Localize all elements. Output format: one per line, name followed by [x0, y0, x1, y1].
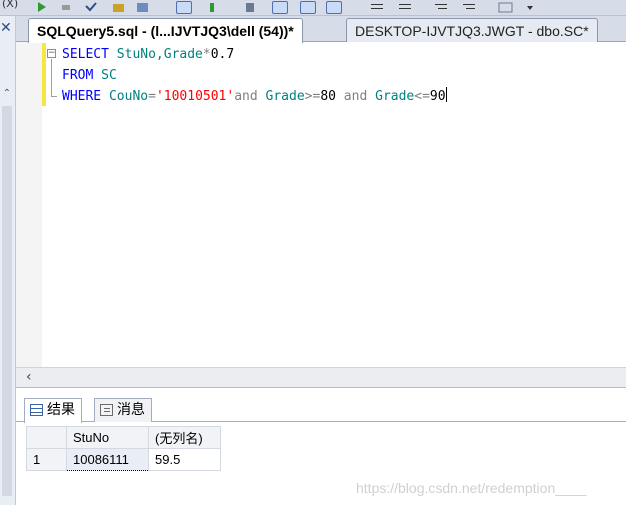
- multiply-operator: *: [202, 47, 211, 62]
- stop-icon[interactable]: [60, 1, 76, 14]
- select-columns: StuNo,Grade: [108, 47, 203, 62]
- lower-bound: 80: [320, 89, 336, 104]
- watermark: https://blog.csdn.net/redemption____: [356, 480, 587, 496]
- changed-lines-marker: [42, 42, 46, 106]
- gte-operator: >=: [304, 89, 321, 104]
- outdent-icon[interactable]: [326, 1, 342, 14]
- horizontal-scrollbar[interactable]: ‹: [16, 367, 626, 387]
- keyword-select: SELECT: [62, 47, 109, 62]
- table-name: SC: [93, 68, 117, 83]
- include-plan-icon[interactable]: [206, 1, 222, 14]
- and-operator-2: and: [335, 89, 368, 104]
- toolbar: (X): [0, 0, 626, 16]
- indent-icon[interactable]: [398, 1, 414, 14]
- results-to-grid-icon[interactable]: [176, 1, 192, 14]
- parse-icon[interactable]: [112, 1, 128, 14]
- scroll-up-icon[interactable]: ⌃: [1, 88, 13, 100]
- decrease-indent-icon[interactable]: [434, 1, 450, 14]
- code-line-1: SELECT StuNo,Grade*0.7: [62, 44, 447, 65]
- specify-values-icon[interactable]: [498, 1, 514, 14]
- upper-bound: 90: [429, 89, 446, 104]
- increase-indent-icon[interactable]: [462, 1, 478, 14]
- collapse-icon[interactable]: −: [47, 49, 56, 58]
- column-header-stuno[interactable]: StuNo: [66, 426, 149, 449]
- couno-literal: '10010501': [155, 89, 235, 104]
- code-line-3: WHERE CouNo='10010501'and Grade>=80 and …: [62, 86, 447, 107]
- row-header-corner[interactable]: [26, 426, 67, 449]
- equals-operator: =: [148, 89, 156, 104]
- tab-messages[interactable]: 消息: [94, 398, 152, 422]
- execute-icon[interactable]: [36, 1, 52, 14]
- lte-operator: <=: [414, 89, 430, 104]
- table-row[interactable]: 1 10086111 59.5: [26, 448, 221, 471]
- results-grid[interactable]: StuNo (无列名) 1 10086111 59.5: [26, 426, 221, 471]
- align-icon[interactable]: [370, 1, 386, 14]
- keyword-from: FROM: [62, 68, 94, 83]
- code-line-2: FROM SC: [62, 65, 447, 86]
- outline-line: [51, 59, 52, 97]
- scroll-left-icon[interactable]: ‹: [26, 369, 32, 385]
- column-header-unnamed[interactable]: (无列名): [148, 426, 221, 449]
- vertical-scrollbar[interactable]: [2, 106, 12, 496]
- grid-icon: [30, 404, 43, 416]
- object-explorer-edge: ✕ ⌃: [0, 16, 16, 505]
- query-editor[interactable]: − SELECT StuNo,Grade*0.7 FROM SC WHERE Cou…: [16, 42, 626, 367]
- and-operator-1: and: [234, 89, 258, 104]
- message-icon: [100, 404, 113, 416]
- tab-dbo-sc[interactable]: DESKTOP-IJVTJQ3.JWGT - dbo.SC*: [346, 18, 598, 42]
- check-icon[interactable]: [84, 1, 100, 14]
- uncomment-icon[interactable]: [300, 1, 316, 14]
- keyword-where: WHERE: [62, 89, 102, 104]
- cell-stuno[interactable]: 10086111: [66, 448, 149, 471]
- editor-gutter: [16, 42, 42, 367]
- couno-column: CouNo: [101, 89, 149, 104]
- sql-code[interactable]: SELECT StuNo,Grade*0.7 FROM SC WHERE CouNo…: [62, 44, 447, 107]
- tab-results[interactable]: 结果: [24, 398, 82, 423]
- results-to-file-icon[interactable]: [244, 1, 260, 14]
- text-caret: [445, 87, 447, 102]
- cell-grade-scaled[interactable]: 59.5: [148, 448, 221, 471]
- close-icon[interactable]: ✕: [0, 20, 12, 36]
- grade-column-2: Grade: [367, 89, 415, 104]
- document-tabbar: SQLQuery5.sql - (l...IJVTJQ3\dell (54))*…: [16, 16, 626, 43]
- row-number[interactable]: 1: [26, 448, 67, 471]
- tab-messages-label: 消息: [117, 402, 145, 418]
- toolbar-overflow-icon[interactable]: [524, 1, 540, 14]
- comment-icon[interactable]: [272, 1, 288, 14]
- toolbar-fragment: (X): [2, 0, 19, 10]
- tab-sqlquery5[interactable]: SQLQuery5.sql - (l...IJVTJQ3\dell (54))*: [28, 18, 303, 43]
- grid-header-row: StuNo (无列名): [26, 426, 221, 449]
- grade-column-1: Grade: [257, 89, 305, 104]
- outline-end: [51, 96, 57, 97]
- results-tabbar: 结果 消息: [16, 396, 626, 423]
- query-options-icon[interactable]: [136, 1, 152, 14]
- tab-results-label: 结果: [47, 402, 75, 418]
- multiplier-value: 0.7: [210, 47, 235, 62]
